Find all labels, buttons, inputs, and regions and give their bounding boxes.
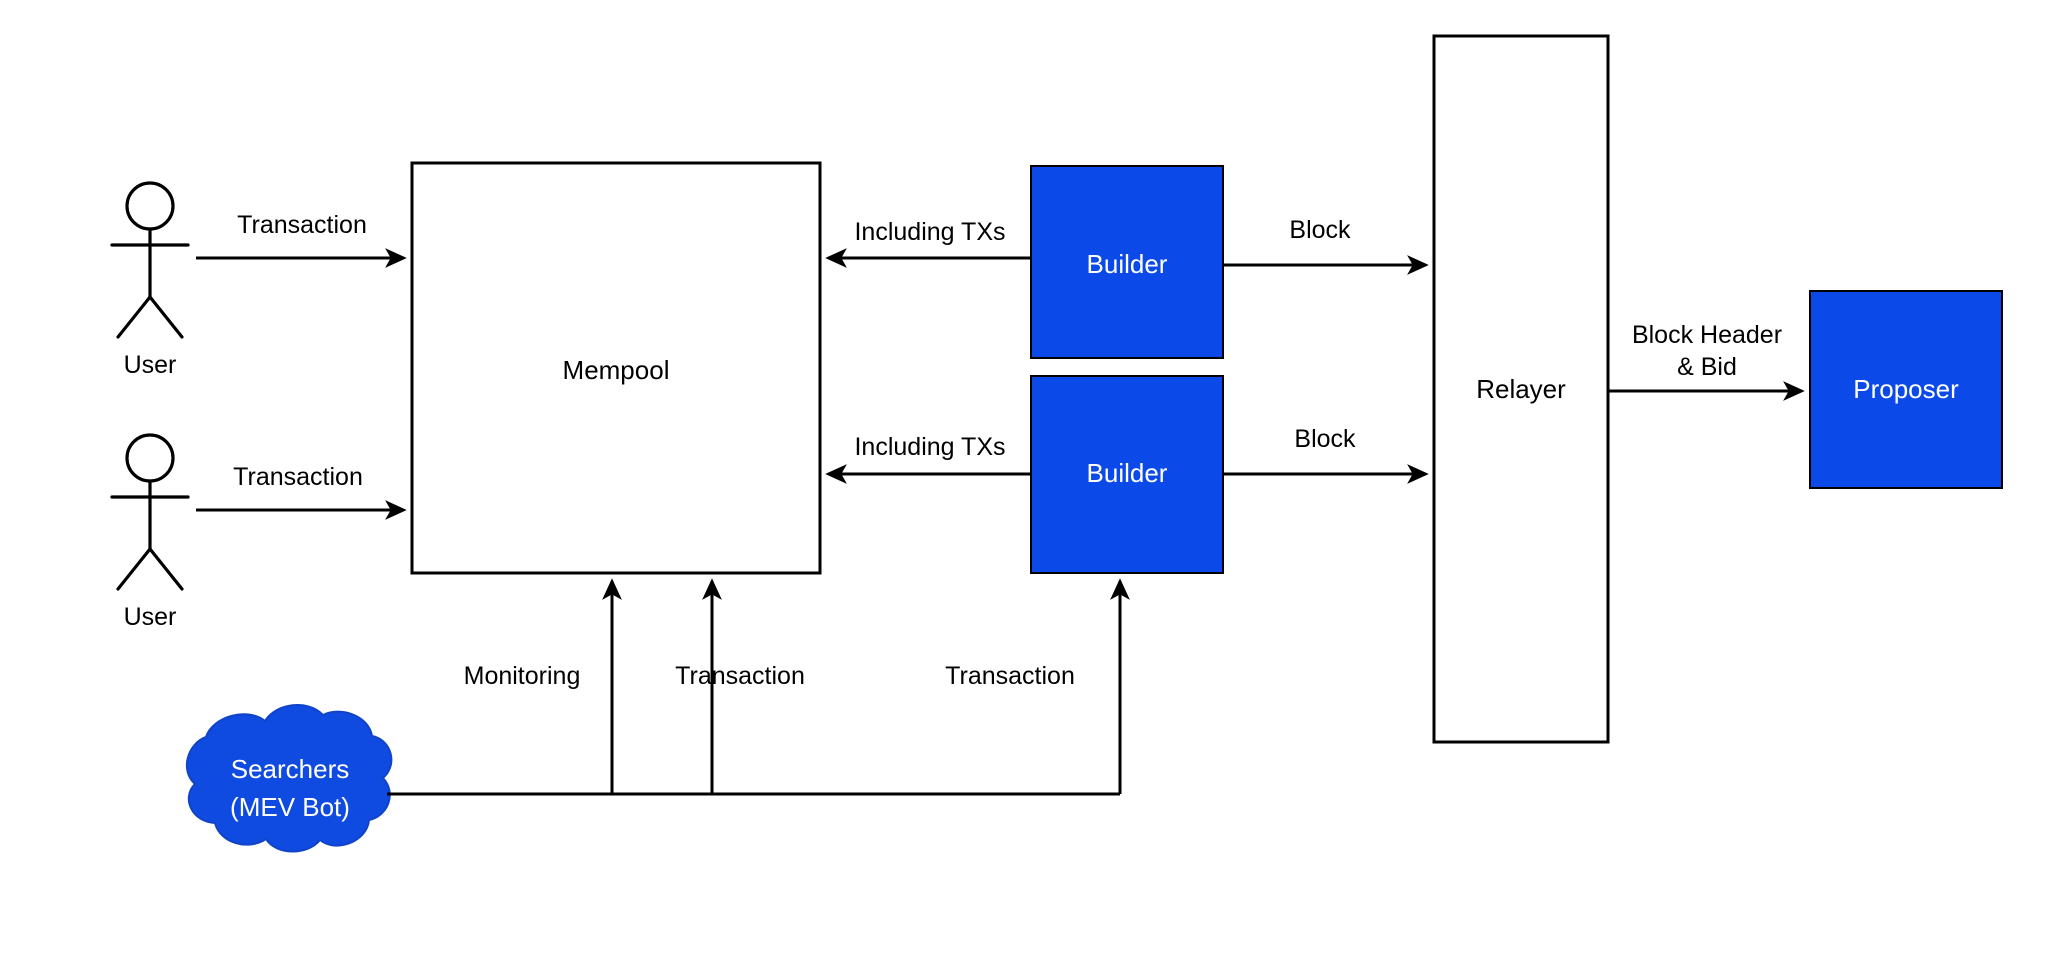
actor-user-bottom: User: [110, 433, 190, 631]
actor-user-bottom-label: User: [124, 603, 177, 631]
mempool-label: Mempool: [563, 355, 670, 385]
relayer-label: Relayer: [1476, 374, 1566, 404]
actor-leg-left: [116, 547, 152, 591]
edge-builder-top-to-relayer-label: Block: [1289, 216, 1351, 244]
edge-relayer-to-proposer: Block Header & Bid: [1608, 321, 1805, 401]
proposer-label: Proposer: [1853, 374, 1959, 404]
diagram-canvas: User User Mempool Builder Builder Relaye…: [0, 0, 2048, 963]
edge-user-bottom-to-mempool-label: Transaction: [233, 463, 363, 491]
edge-searchers-tx-builder-label: Transaction: [945, 662, 1075, 690]
edge-builder-top-to-mempool-label: Including TXs: [854, 218, 1005, 246]
edge-user-bottom-to-mempool: Transaction: [196, 463, 407, 520]
edge-builder-bottom-to-mempool-label: Including TXs: [854, 433, 1005, 461]
flow-diagram: User User Mempool Builder Builder Relaye…: [110, 34, 2003, 853]
node-relayer[interactable]: Relayer: [1432, 34, 1610, 744]
actor-user-top: User: [110, 181, 190, 379]
node-searchers[interactable]: Searchers (MEV Bot): [185, 703, 393, 853]
actor-user-top-label: User: [124, 351, 177, 379]
actor-leg-left: [116, 295, 152, 339]
node-builder-bottom[interactable]: Builder: [1030, 375, 1224, 574]
edge-user-top-to-mempool: Transaction: [196, 211, 407, 268]
searchers-label-line1: Searchers: [231, 754, 350, 784]
node-mempool[interactable]: Mempool: [410, 161, 822, 575]
edge-user-top-to-mempool-label: Transaction: [237, 211, 367, 239]
edge-builder-bottom-to-mempool: Including TXs: [825, 433, 1031, 484]
node-builder-top[interactable]: Builder: [1030, 165, 1224, 359]
edge-builder-bottom-to-relayer: Block: [1223, 425, 1429, 484]
builder-top-label: Builder: [1087, 249, 1168, 279]
edge-searchers-tx-mempool: Transaction: [675, 578, 805, 794]
edge-builder-top-to-relayer: Block: [1223, 216, 1429, 275]
edge-searchers-monitoring-label: Monitoring: [464, 662, 581, 690]
edge-searchers-monitoring: Monitoring: [464, 578, 622, 794]
actor-leg-right: [148, 547, 184, 591]
edge-relayer-to-proposer-label-line1: Block Header: [1632, 321, 1782, 349]
edge-searchers-tx-builder: Transaction: [945, 578, 1130, 794]
builder-bottom-label: Builder: [1087, 458, 1168, 488]
node-proposer[interactable]: Proposer: [1809, 290, 2003, 489]
actor-head-icon: [125, 181, 175, 231]
edge-relayer-to-proposer-label-line2: & Bid: [1677, 353, 1737, 381]
edge-builder-bottom-to-relayer-label: Block: [1294, 425, 1356, 453]
actor-leg-right: [148, 295, 184, 339]
actor-head-icon: [125, 433, 175, 483]
edge-searchers-tx-mempool-label: Transaction: [675, 662, 805, 690]
edge-builder-top-to-mempool: Including TXs: [825, 218, 1031, 268]
searchers-label-line2: (MEV Bot): [230, 792, 350, 822]
